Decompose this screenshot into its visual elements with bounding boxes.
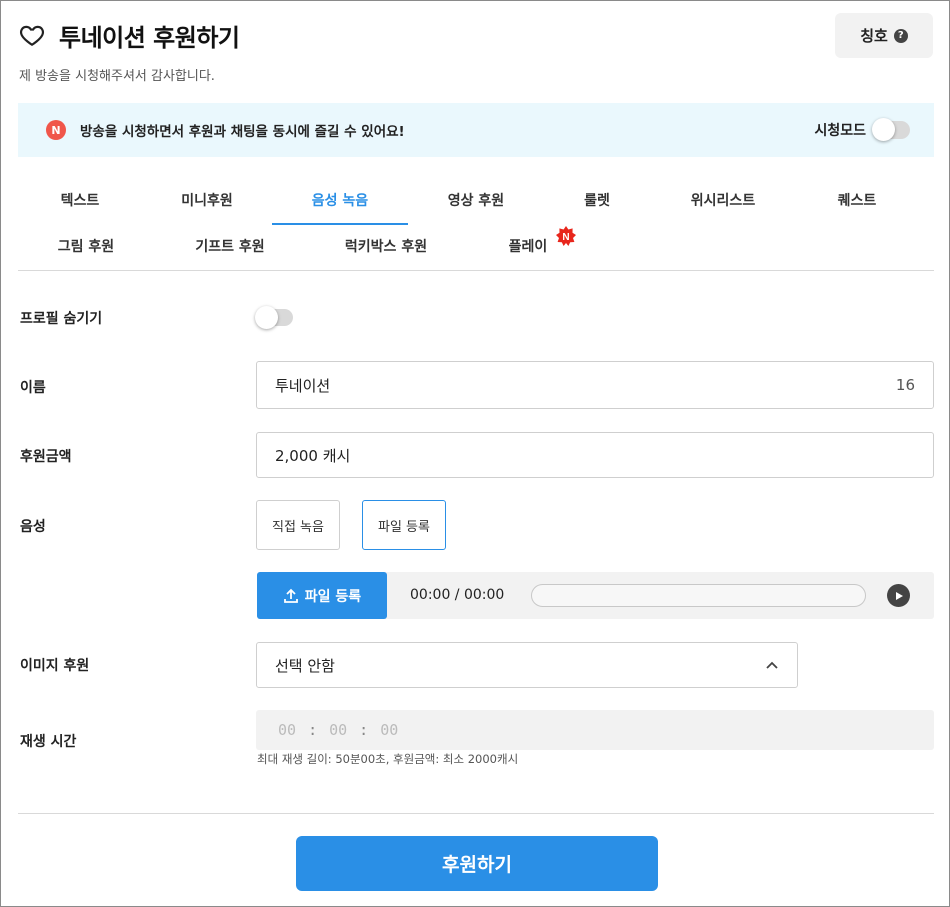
hide-profile-label: 프로필 숨기기 <box>20 311 103 327</box>
time-seconds: 00 <box>380 721 399 739</box>
time-separator: : <box>359 721 369 739</box>
chevron-up-icon <box>766 661 778 669</box>
notice-banner: N 방송을 시청하면서 후원과 채팅을 동시에 즐길 수 있어요! 시청모드 <box>18 103 934 157</box>
title-badge-button[interactable]: 칭호 ? <box>835 13 933 58</box>
tab-drawing[interactable]: 그림 후원 <box>18 223 154 271</box>
amount-value: 2,000 캐시 <box>275 446 351 465</box>
hide-profile-toggle[interactable] <box>255 306 293 329</box>
page-title: 투네이션 후원하기 <box>59 23 240 52</box>
amount-field[interactable]: 2,000 캐시 <box>256 432 934 478</box>
tab-text[interactable]: 텍스트 <box>18 177 142 225</box>
name-char-count: 16 <box>895 376 915 394</box>
time-hours: 00 <box>278 721 297 739</box>
upload-file-button[interactable]: 파일 등록 <box>257 572 387 619</box>
audio-player: 파일 등록 00:00 / 00:00 <box>257 572 934 619</box>
name-value: 투네이션 <box>275 376 331 395</box>
tab-roulette[interactable]: 룰렛 <box>544 177 650 225</box>
voice-label: 음성 <box>20 519 46 535</box>
help-icon: ? <box>893 28 908 43</box>
tab-video[interactable]: 영상 후원 <box>408 177 544 225</box>
tab-gift[interactable]: 기프트 후원 <box>154 223 306 271</box>
tab-quest[interactable]: 퀘스트 <box>796 177 918 225</box>
audio-progress-bar[interactable] <box>531 584 866 607</box>
tab-voice[interactable]: 음성 녹음 <box>272 177 408 225</box>
watch-mode: 시청모드 <box>814 103 910 157</box>
divider <box>18 813 934 814</box>
player-time: 00:00 / 00:00 <box>410 587 505 603</box>
new-badge-icon: N <box>46 120 66 140</box>
amount-label: 후원금액 <box>20 449 72 465</box>
notice-text: 방송을 시청하면서 후원과 채팅을 동시에 즐길 수 있어요! <box>80 124 405 140</box>
play-time-input[interactable]: 00 : 00 : 00 <box>256 710 934 750</box>
heart-icon <box>19 25 45 47</box>
title-button-label: 칭호 <box>860 27 888 45</box>
time-minutes: 00 <box>329 721 348 739</box>
tab-mini[interactable]: 미니후원 <box>142 177 272 225</box>
image-donation-value: 선택 안함 <box>275 656 335 675</box>
donation-panel: 투네이션 후원하기 제 방송을 시청해주셔서 감사합니다. 칭호 ? N 방송을… <box>0 0 950 907</box>
image-donation-label: 이미지 후원 <box>20 658 90 674</box>
watch-mode-toggle[interactable] <box>872 118 910 141</box>
upload-button-label: 파일 등록 <box>304 588 362 605</box>
direct-record-button[interactable]: 직접 녹음 <box>256 500 340 550</box>
play-time-hint: 최대 재생 길이: 50분00초, 후원금액: 최소 2000캐시 <box>257 752 519 766</box>
page-subtitle: 제 방송을 시청해주셔서 감사합니다. <box>19 69 215 84</box>
play-icon <box>895 591 903 600</box>
donation-type-tabs: 텍스트 미니후원 음성 녹음 영상 후원 룰렛 위시리스트 퀘스트 그림 후원 … <box>18 177 934 271</box>
name-label: 이름 <box>20 380 46 396</box>
play-time-label: 재생 시간 <box>20 734 77 750</box>
name-field[interactable]: 투네이션 16 <box>256 361 934 409</box>
header: 투네이션 후원하기 <box>19 17 933 53</box>
time-separator: : <box>308 721 318 739</box>
tab-luckybox[interactable]: 럭키박스 후원 <box>306 223 466 271</box>
tab-play-label: 플레이 <box>508 239 548 255</box>
watch-mode-label: 시청모드 <box>814 123 866 139</box>
file-register-option-button[interactable]: 파일 등록 <box>362 500 446 550</box>
donate-submit-button[interactable]: 후원하기 <box>296 836 658 891</box>
play-button[interactable] <box>887 584 910 607</box>
new-starburst-icon: N <box>556 226 576 246</box>
image-donation-select[interactable]: 선택 안함 <box>256 642 798 688</box>
tab-play[interactable]: 플레이 N <box>466 223 590 271</box>
tab-wishlist[interactable]: 위시리스트 <box>650 177 796 225</box>
upload-icon <box>283 588 298 603</box>
svg-text:N: N <box>562 232 569 243</box>
